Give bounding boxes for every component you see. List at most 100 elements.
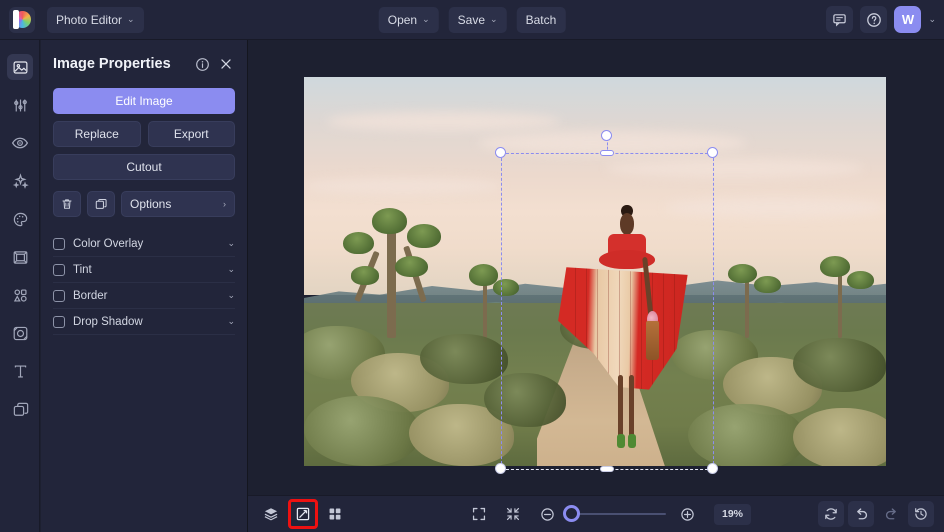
sidebar-item-shapes[interactable]	[0, 276, 40, 314]
woman-subject	[580, 213, 673, 458]
avatar-initial: W	[902, 12, 914, 27]
joshua-tree	[333, 205, 461, 337]
chevron-down-icon[interactable]: ⌄	[227, 264, 235, 275]
handbag	[646, 321, 659, 360]
sidebar-item-image[interactable]	[0, 48, 40, 86]
shrink-to-fit-icon	[505, 506, 521, 522]
sidebar-item-effects[interactable]	[0, 162, 40, 200]
comment-icon	[832, 12, 847, 27]
object-tools-row: Options ›	[53, 191, 235, 217]
app-switcher-button[interactable]: Photo Editor ⌄	[47, 7, 144, 33]
head	[620, 213, 635, 235]
effect-row-drop-shadow[interactable]: Drop Shadow ⌄	[53, 309, 235, 335]
history-button[interactable]	[908, 501, 934, 527]
sidebar-item-frame[interactable]	[0, 238, 40, 276]
tint-checkbox[interactable]	[53, 264, 65, 276]
save-button[interactable]: Save ⌄	[449, 7, 507, 33]
chevron-down-icon[interactable]: ⌄	[227, 290, 235, 301]
batch-button[interactable]: Batch	[517, 7, 566, 33]
replace-export-row: Replace Export	[53, 121, 235, 147]
view-tools-group	[258, 499, 348, 529]
undo-icon	[853, 506, 870, 523]
history-icon	[913, 506, 929, 522]
effect-row-tint[interactable]: Tint ⌄	[53, 257, 235, 283]
reset-button[interactable]	[818, 501, 844, 527]
shrink-to-fit-button[interactable]	[500, 501, 526, 527]
save-label: Save	[458, 13, 485, 27]
feedback-button[interactable]	[826, 6, 853, 33]
options-label: Options	[130, 197, 223, 211]
chevron-down-icon[interactable]: ⌄	[227, 316, 235, 327]
panel-close-button[interactable]	[217, 55, 235, 73]
cloud	[479, 131, 747, 154]
bottom-toolbar: 19%	[248, 495, 944, 532]
zoom-slider-knob[interactable]	[563, 505, 580, 522]
sidebar-item-text[interactable]	[0, 352, 40, 390]
duplicate-icon	[94, 197, 108, 211]
redo-icon	[883, 506, 900, 523]
undo-button[interactable]	[848, 501, 874, 527]
zoom-level-value[interactable]: 19%	[714, 504, 751, 525]
tint-label: Tint	[73, 264, 219, 276]
redo-button[interactable]	[878, 501, 904, 527]
trash-icon	[60, 197, 74, 211]
sidebar-item-color[interactable]	[0, 200, 40, 238]
grid-icon	[327, 506, 343, 522]
user-avatar[interactable]: W	[894, 6, 921, 33]
drop-shadow-checkbox[interactable]	[53, 316, 65, 328]
edit-image-button[interactable]: Edit Image	[53, 88, 235, 114]
image-icon	[12, 59, 29, 76]
replace-button[interactable]: Replace	[53, 121, 141, 147]
delete-button[interactable]	[53, 191, 81, 217]
sidebar-item-layers[interactable]	[0, 390, 40, 428]
effect-row-color-overlay[interactable]: Color Overlay ⌄	[53, 231, 235, 257]
text-icon	[12, 363, 29, 380]
zoom-out-button[interactable]	[534, 501, 560, 527]
scrub-bush	[420, 334, 507, 385]
border-checkbox[interactable]	[53, 290, 65, 302]
canvas-image[interactable]	[304, 77, 886, 466]
palette-icon	[12, 211, 29, 228]
sidebar-item-retouch[interactable]	[0, 124, 40, 162]
panel-info-button[interactable]	[193, 55, 211, 73]
chevron-down-icon[interactable]: ⌄	[227, 238, 235, 249]
help-button[interactable]	[860, 6, 887, 33]
open-button[interactable]: Open ⌄	[379, 7, 439, 33]
panel-header: Image Properties	[53, 52, 235, 76]
bottom-mid-handle[interactable]	[600, 466, 614, 472]
grid-button[interactable]	[322, 501, 348, 527]
question-circle-icon	[866, 12, 882, 28]
zoom-slider[interactable]	[568, 513, 666, 515]
top-bar: Photo Editor ⌄ Open ⌄ Save ⌄ Batch	[0, 0, 944, 40]
scrub-bush	[484, 373, 565, 427]
app-logo[interactable]	[9, 7, 35, 33]
cutout-button[interactable]: Cutout	[53, 154, 235, 180]
info-circle-icon	[195, 57, 210, 72]
frame-icon	[12, 249, 29, 266]
batch-label: Batch	[526, 13, 557, 27]
file-actions-group: Open ⌄ Save ⌄ Batch	[379, 7, 566, 33]
shapes-icon	[12, 287, 29, 304]
transform-crop-button[interactable]	[288, 499, 318, 529]
layers-button[interactable]	[258, 501, 284, 527]
avatar-chevron-down-icon[interactable]: ⌄	[928, 14, 936, 25]
options-button[interactable]: Options ›	[121, 191, 235, 217]
mask-icon	[12, 325, 29, 342]
selection-edge-bottom	[501, 469, 713, 470]
fit-to-screen-icon	[471, 506, 487, 522]
duplicate-button[interactable]	[87, 191, 115, 217]
sidebar-item-mask[interactable]	[0, 314, 40, 352]
color-overlay-checkbox[interactable]	[53, 238, 65, 250]
sidebar-item-adjust[interactable]	[0, 86, 40, 124]
eye-icon	[11, 134, 29, 152]
zoom-controls: 19%	[466, 501, 751, 527]
effect-row-border[interactable]: Border ⌄	[53, 283, 235, 309]
editor-canvas[interactable]	[248, 40, 944, 495]
layers-icon	[263, 506, 279, 522]
reset-icon	[823, 506, 839, 522]
joshua-tree	[711, 264, 787, 338]
export-button[interactable]: Export	[148, 121, 236, 147]
chevron-down-icon: ⌄	[127, 14, 135, 25]
fit-to-screen-button[interactable]	[466, 501, 492, 527]
zoom-in-button[interactable]	[674, 501, 700, 527]
